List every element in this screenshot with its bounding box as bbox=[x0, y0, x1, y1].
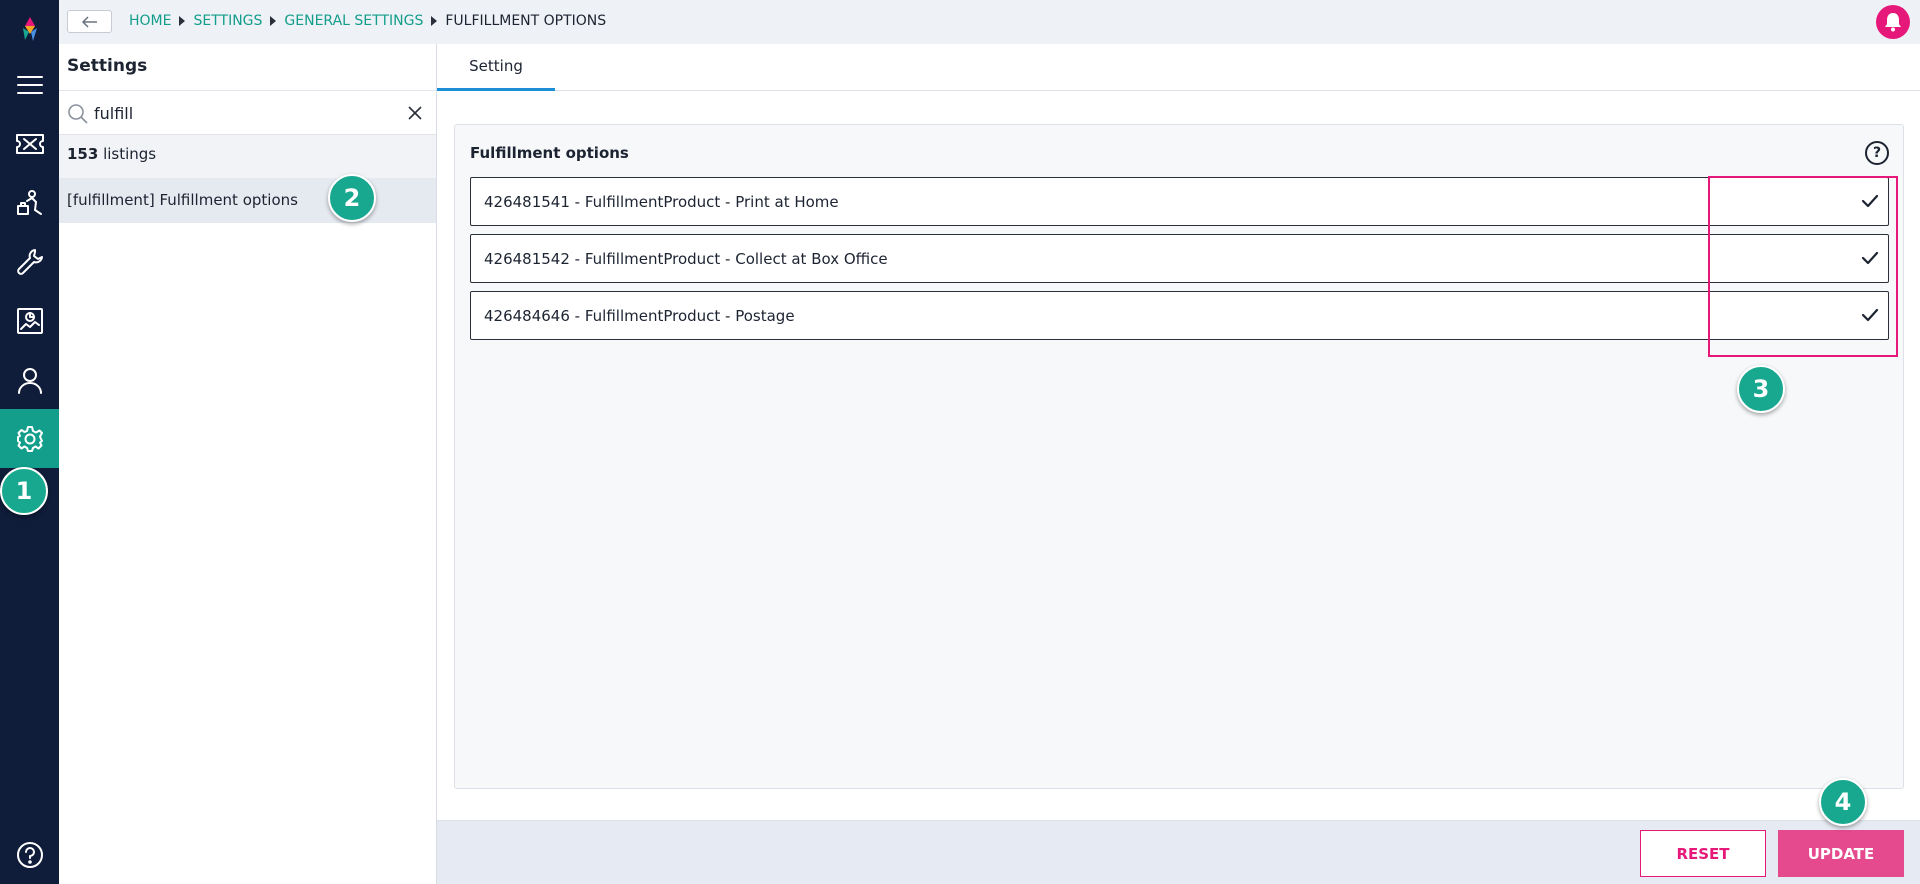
top-bar: HOME SETTINGS GENERAL SETTINGS FULFILLME… bbox=[59, 0, 1920, 44]
breadcrumb-home[interactable]: HOME bbox=[129, 13, 171, 29]
result-item-fulfillment-options[interactable]: [fulfillment] Fulfillment options bbox=[59, 178, 436, 223]
reset-button[interactable]: RESET bbox=[1640, 830, 1766, 877]
menu-button[interactable] bbox=[0, 55, 59, 114]
step-badge-4: 4 bbox=[1819, 778, 1867, 826]
nav-help[interactable] bbox=[0, 825, 59, 884]
search-input[interactable] bbox=[94, 100, 384, 126]
breadcrumb-general-settings[interactable]: GENERAL SETTINGS bbox=[284, 13, 423, 29]
step-badge-3: 3 bbox=[1737, 365, 1785, 413]
breadcrumb-separator-icon bbox=[270, 16, 277, 26]
nav-tickets[interactable] bbox=[0, 114, 59, 173]
notifications-button[interactable] bbox=[1876, 5, 1910, 39]
customers-icon bbox=[16, 189, 42, 215]
checkmarks-highlight-box bbox=[1708, 176, 1898, 357]
step-badge-1: 1 bbox=[0, 467, 48, 515]
help-icon bbox=[16, 841, 43, 868]
action-footer: RESET UPDATE bbox=[437, 820, 1920, 884]
search-icon bbox=[68, 104, 88, 124]
results-count-number: 153 bbox=[67, 145, 99, 163]
step-badge-2: 2 bbox=[328, 174, 376, 222]
arrow-left-icon bbox=[81, 15, 97, 28]
ticket-icon bbox=[15, 133, 44, 154]
question-icon[interactable]: ? bbox=[1865, 141, 1889, 165]
option-postage[interactable]: 426484646 - FulfillmentProduct - Postage bbox=[470, 291, 1889, 340]
results-count: 153 listings bbox=[59, 135, 436, 178]
bell-icon bbox=[1885, 13, 1901, 32]
panel-title: Settings bbox=[67, 56, 148, 76]
option-label: 426481541 - FulfillmentProduct - Print a… bbox=[484, 193, 839, 211]
option-label: 426484646 - FulfillmentProduct - Postage bbox=[484, 307, 795, 325]
breadcrumb-separator-icon bbox=[431, 16, 438, 26]
nav-users[interactable] bbox=[0, 350, 59, 409]
settings-icon bbox=[16, 425, 43, 452]
breadcrumb-separator-icon bbox=[179, 16, 186, 26]
app-logo-icon bbox=[23, 17, 37, 41]
option-print-at-home[interactable]: 426481541 - FulfillmentProduct - Print a… bbox=[470, 177, 1889, 226]
reports-icon bbox=[16, 307, 43, 334]
clear-search-icon[interactable] bbox=[406, 104, 424, 122]
nav-tools[interactable] bbox=[0, 232, 59, 291]
update-button[interactable]: UPDATE bbox=[1778, 830, 1904, 877]
main-content: Setting Fulfillment options ? 426481541 … bbox=[437, 44, 1920, 820]
nav-settings[interactable] bbox=[0, 409, 59, 468]
settings-panel: Settings 153 listings [fulfillment] Fulf… bbox=[59, 44, 437, 884]
wrench-icon bbox=[16, 248, 43, 275]
user-icon bbox=[17, 367, 42, 394]
results-count-label: listings bbox=[98, 145, 157, 163]
card-title: Fulfillment options bbox=[470, 144, 629, 162]
nav-reports[interactable] bbox=[0, 291, 59, 350]
tab-bar: Setting bbox=[437, 44, 1920, 91]
fulfillment-options-card: Fulfillment options ? 426481541 - Fulfil… bbox=[454, 124, 1904, 789]
option-label: 426481542 - FulfillmentProduct - Collect… bbox=[484, 250, 888, 268]
menu-icon bbox=[16, 75, 43, 94]
search-bar bbox=[59, 90, 436, 135]
breadcrumb: HOME SETTINGS GENERAL SETTINGS FULFILLME… bbox=[129, 13, 606, 29]
breadcrumb-current: FULFILLMENT OPTIONS bbox=[445, 13, 607, 29]
back-button[interactable] bbox=[67, 10, 112, 33]
option-collect-at-box-office[interactable]: 426481542 - FulfillmentProduct - Collect… bbox=[470, 234, 1889, 283]
nav-customers[interactable] bbox=[0, 173, 59, 232]
nav-rail bbox=[0, 0, 59, 884]
breadcrumb-settings[interactable]: SETTINGS bbox=[193, 13, 262, 29]
tab-setting[interactable]: Setting bbox=[437, 44, 555, 91]
